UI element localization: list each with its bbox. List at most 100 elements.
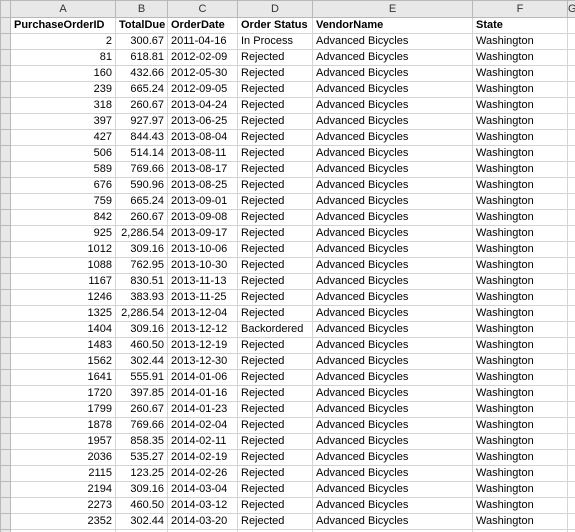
data-cell[interactable]: 81	[11, 50, 116, 66]
data-cell[interactable]: 2014-03-12	[168, 498, 238, 514]
header-cell[interactable]: State	[473, 18, 568, 34]
data-cell[interactable]: Washington	[473, 82, 568, 98]
data-cell[interactable]: Advanced Bicycles	[313, 466, 473, 482]
empty-cell[interactable]	[568, 322, 575, 338]
empty-cell[interactable]	[568, 242, 575, 258]
data-cell[interactable]: 769.66	[116, 162, 168, 178]
data-cell[interactable]: 589	[11, 162, 116, 178]
row-header[interactable]	[1, 306, 11, 322]
empty-cell[interactable]	[568, 514, 575, 530]
data-cell[interactable]: Advanced Bicycles	[313, 354, 473, 370]
data-cell[interactable]: 535.27	[116, 450, 168, 466]
data-cell[interactable]: Rejected	[238, 178, 313, 194]
data-cell[interactable]: 506	[11, 146, 116, 162]
data-cell[interactable]: Rejected	[238, 482, 313, 498]
data-cell[interactable]: 2194	[11, 482, 116, 498]
data-cell[interactable]: Advanced Bicycles	[313, 66, 473, 82]
data-cell[interactable]: Washington	[473, 466, 568, 482]
data-cell[interactable]: Advanced Bicycles	[313, 130, 473, 146]
data-cell[interactable]: Washington	[473, 482, 568, 498]
data-cell[interactable]: Advanced Bicycles	[313, 386, 473, 402]
data-cell[interactable]: Advanced Bicycles	[313, 114, 473, 130]
data-cell[interactable]: Washington	[473, 306, 568, 322]
data-cell[interactable]: Washington	[473, 402, 568, 418]
data-cell[interactable]: Washington	[473, 370, 568, 386]
row-header[interactable]	[1, 402, 11, 418]
empty-cell[interactable]	[568, 114, 575, 130]
data-cell[interactable]: 2013-08-11	[168, 146, 238, 162]
data-cell[interactable]: 397	[11, 114, 116, 130]
data-cell[interactable]: Rejected	[238, 258, 313, 274]
data-cell[interactable]: 769.66	[116, 418, 168, 434]
data-cell[interactable]: 2014-03-20	[168, 514, 238, 530]
data-cell[interactable]: 1799	[11, 402, 116, 418]
data-cell[interactable]: 2013-09-01	[168, 194, 238, 210]
row-header[interactable]	[1, 466, 11, 482]
data-cell[interactable]: Rejected	[238, 354, 313, 370]
data-cell[interactable]: Washington	[473, 66, 568, 82]
data-cell[interactable]: Washington	[473, 274, 568, 290]
empty-cell[interactable]	[568, 18, 575, 34]
empty-cell[interactable]	[568, 226, 575, 242]
row-header[interactable]	[1, 194, 11, 210]
data-cell[interactable]: Rejected	[238, 434, 313, 450]
row-header[interactable]	[1, 130, 11, 146]
data-cell[interactable]: 2014-01-16	[168, 386, 238, 402]
data-cell[interactable]: 1957	[11, 434, 116, 450]
row-header[interactable]	[1, 18, 11, 34]
row-header[interactable]	[1, 210, 11, 226]
data-cell[interactable]: Rejected	[238, 130, 313, 146]
data-cell[interactable]: Rejected	[238, 114, 313, 130]
data-cell[interactable]: Advanced Bicycles	[313, 418, 473, 434]
data-cell[interactable]: 1641	[11, 370, 116, 386]
empty-cell[interactable]	[568, 386, 575, 402]
data-cell[interactable]: Rejected	[238, 162, 313, 178]
data-cell[interactable]: 397.85	[116, 386, 168, 402]
data-cell[interactable]: 2,286.54	[116, 306, 168, 322]
data-cell[interactable]: Washington	[473, 162, 568, 178]
data-cell[interactable]: Washington	[473, 338, 568, 354]
data-cell[interactable]: Advanced Bicycles	[313, 322, 473, 338]
row-header[interactable]	[1, 338, 11, 354]
col-header-G[interactable]: G	[568, 1, 575, 18]
data-cell[interactable]: 2013-09-08	[168, 210, 238, 226]
data-cell[interactable]: Washington	[473, 146, 568, 162]
row-header[interactable]	[1, 498, 11, 514]
data-cell[interactable]: 260.67	[116, 98, 168, 114]
row-header[interactable]	[1, 242, 11, 258]
data-cell[interactable]: 2011-04-16	[168, 34, 238, 50]
data-cell[interactable]: Advanced Bicycles	[313, 498, 473, 514]
data-cell[interactable]: 2013-10-30	[168, 258, 238, 274]
data-cell[interactable]: Advanced Bicycles	[313, 482, 473, 498]
data-cell[interactable]: 759	[11, 194, 116, 210]
data-cell[interactable]: 514.14	[116, 146, 168, 162]
data-cell[interactable]: Advanced Bicycles	[313, 370, 473, 386]
data-cell[interactable]: 2012-02-09	[168, 50, 238, 66]
col-header-F[interactable]: F	[473, 1, 568, 18]
data-cell[interactable]: 2013-08-17	[168, 162, 238, 178]
data-cell[interactable]: Advanced Bicycles	[313, 210, 473, 226]
row-header[interactable]	[1, 434, 11, 450]
data-cell[interactable]: 2013-04-24	[168, 98, 238, 114]
empty-cell[interactable]	[568, 210, 575, 226]
row-header[interactable]	[1, 114, 11, 130]
data-cell[interactable]: 2273	[11, 498, 116, 514]
data-cell[interactable]: 300.67	[116, 34, 168, 50]
data-cell[interactable]: 665.24	[116, 82, 168, 98]
empty-cell[interactable]	[568, 98, 575, 114]
data-cell[interactable]: 1404	[11, 322, 116, 338]
data-cell[interactable]: 2013-06-25	[168, 114, 238, 130]
data-cell[interactable]: 2014-02-11	[168, 434, 238, 450]
row-header[interactable]	[1, 450, 11, 466]
data-cell[interactable]: Washington	[473, 434, 568, 450]
data-cell[interactable]: 123.25	[116, 466, 168, 482]
data-cell[interactable]: 665.24	[116, 194, 168, 210]
col-header-A[interactable]: A	[11, 1, 116, 18]
data-cell[interactable]: 1878	[11, 418, 116, 434]
data-cell[interactable]: Advanced Bicycles	[313, 82, 473, 98]
data-cell[interactable]: Backordered	[238, 322, 313, 338]
data-cell[interactable]: 2013-08-04	[168, 130, 238, 146]
row-header[interactable]	[1, 50, 11, 66]
data-cell[interactable]: 2012-05-30	[168, 66, 238, 82]
data-cell[interactable]: 318	[11, 98, 116, 114]
